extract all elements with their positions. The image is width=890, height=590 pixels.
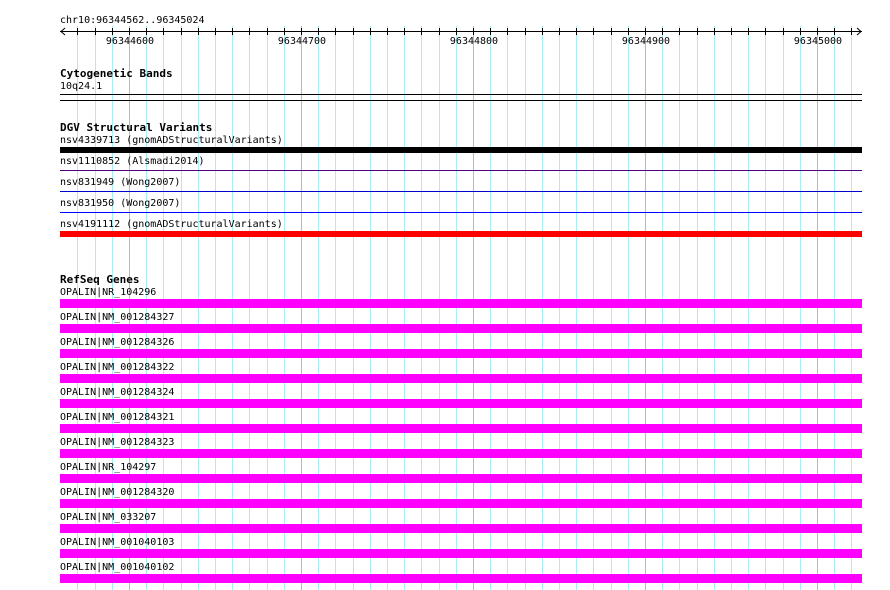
variant-label[interactable]: nsv4191112 (gnomADStructuralVariants) <box>60 219 283 230</box>
variant-feature[interactable] <box>60 212 862 213</box>
ruler-tick-label: 96344700 <box>277 36 327 47</box>
dgv-track-title: DGV Structural Variants <box>60 121 213 134</box>
gene-feature[interactable] <box>60 424 862 433</box>
gene-label[interactable]: OPALIN|NM_001284320 <box>60 487 174 498</box>
cytoband-label: 10q24.1 <box>60 81 103 92</box>
gene-label[interactable]: OPALIN|NM_001284323 <box>60 437 174 448</box>
gene-feature[interactable] <box>60 474 862 483</box>
gene-feature[interactable] <box>60 349 862 358</box>
variant-feature[interactable] <box>60 231 862 237</box>
ruler-tick-label: 96344900 <box>621 36 671 47</box>
gene-feature[interactable] <box>60 574 862 583</box>
cytoband-track-title: Cytogenetic Bands <box>60 67 173 80</box>
gene-label[interactable]: OPALIN|NM_001284322 <box>60 362 174 373</box>
gene-label[interactable]: OPALIN|NM_001284326 <box>60 337 174 348</box>
gene-feature[interactable] <box>60 374 862 383</box>
refseq-track-title: RefSeq Genes <box>60 273 140 286</box>
region-label: chr10:96344562..96345024 <box>60 15 205 26</box>
gene-feature[interactable] <box>60 549 862 558</box>
variant-feature[interactable] <box>60 147 862 153</box>
gene-label[interactable]: OPALIN|NR_104297 <box>60 462 156 473</box>
variant-label[interactable]: nsv1110852 (Alsmadi2014) <box>60 156 205 167</box>
gene-feature[interactable] <box>60 324 862 333</box>
gene-label[interactable]: OPALIN|NM_001040102 <box>60 562 174 573</box>
cytoband-line <box>60 100 862 101</box>
ruler-tick-label: 96345000 <box>793 36 843 47</box>
gene-feature[interactable] <box>60 399 862 408</box>
gene-label[interactable]: OPALIN|NM_001040103 <box>60 537 174 548</box>
variant-feature[interactable] <box>60 191 862 192</box>
gene-label[interactable]: OPALIN|NM_001284324 <box>60 387 174 398</box>
gene-feature[interactable] <box>60 524 862 533</box>
gene-label[interactable]: OPALIN|NM_001284321 <box>60 412 174 423</box>
cytoband-line <box>60 94 862 95</box>
variant-label[interactable]: nsv831950 (Wong2007) <box>60 198 180 209</box>
variant-label[interactable]: nsv4339713 (gnomADStructuralVariants) <box>60 135 283 146</box>
ruler-tick-label: 96344600 <box>105 36 155 47</box>
gene-feature[interactable] <box>60 299 862 308</box>
gene-feature[interactable] <box>60 499 862 508</box>
gene-feature[interactable] <box>60 449 862 458</box>
gene-label[interactable]: OPALIN|NM_033207 <box>60 512 156 523</box>
ruler-tick-label: 96344800 <box>449 36 499 47</box>
gene-label[interactable]: OPALIN|NM_001284327 <box>60 312 174 323</box>
variant-feature[interactable] <box>60 170 862 171</box>
gene-label[interactable]: OPALIN|NR_104296 <box>60 287 156 298</box>
variant-label[interactable]: nsv831949 (Wong2007) <box>60 177 180 188</box>
